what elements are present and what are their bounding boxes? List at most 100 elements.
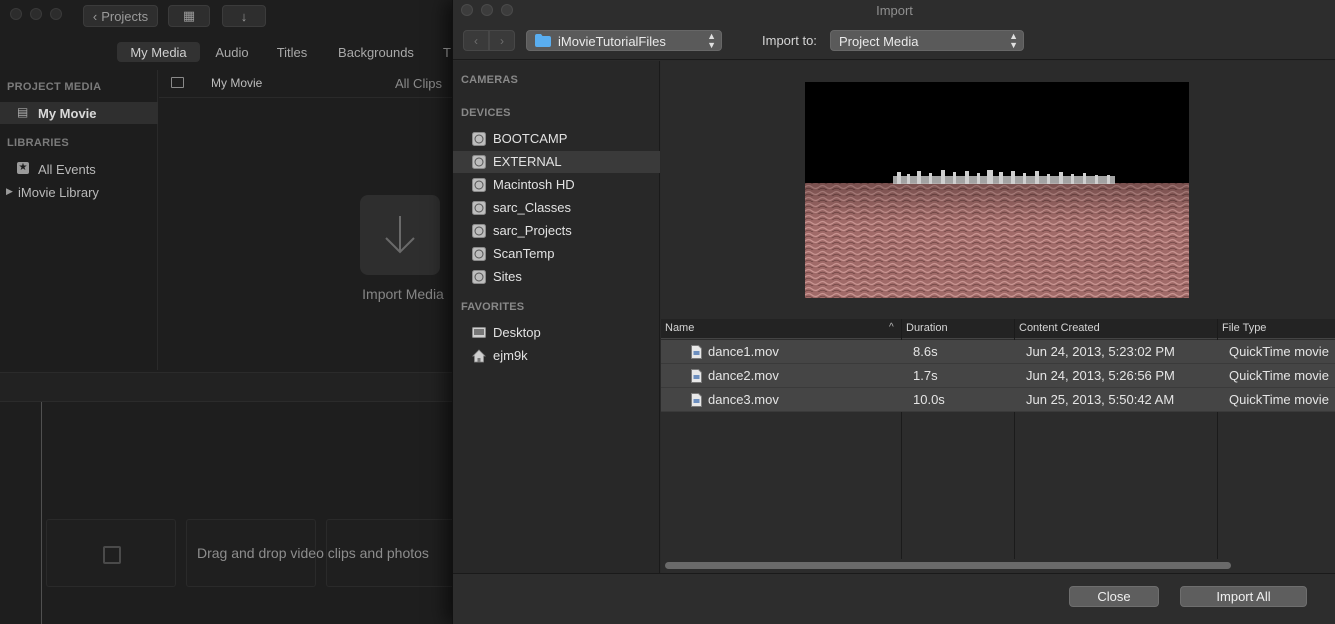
import-toolbar-button[interactable]: ↓ xyxy=(222,5,266,27)
column-header-file-type[interactable]: File Type xyxy=(1222,322,1266,334)
cameras-heading: CAMERAS xyxy=(461,74,519,86)
popup-arrows-icon: ▲ ▼ xyxy=(707,31,716,50)
window-zoom-icon[interactable] xyxy=(50,8,62,20)
column-header-content-created[interactable]: Content Created xyxy=(1019,322,1100,334)
file-created: Jun 24, 2013, 5:26:56 PM xyxy=(1026,368,1175,383)
table-row[interactable]: dance2.mov 1.7s Jun 24, 2013, 5:26:56 PM… xyxy=(661,364,1335,388)
tab-titles[interactable]: Titles xyxy=(268,42,316,62)
window-minimize-icon[interactable] xyxy=(30,8,42,20)
window-close-icon[interactable] xyxy=(10,8,22,20)
timeline-clip-slot xyxy=(46,519,176,587)
file-table: Name ^ Duration Content Created File Typ… xyxy=(661,319,1335,573)
file-name: dance1.mov xyxy=(708,344,779,359)
movie-file-icon xyxy=(691,393,702,407)
preview-area xyxy=(661,61,1335,319)
dialog-title: Import xyxy=(876,3,913,18)
sidebar-item-sites[interactable]: Sites xyxy=(453,266,660,288)
sidebar-item-label: iMovie Library xyxy=(18,185,99,200)
close-button[interactable]: Close xyxy=(1069,586,1159,607)
sidebar-item-label: Sites xyxy=(493,269,522,284)
table-row[interactable]: dance1.mov 8.6s Jun 24, 2013, 5:23:02 PM… xyxy=(661,340,1335,364)
dialog-footer: Close Import All xyxy=(453,573,1335,624)
chevron-left-icon: ‹ xyxy=(474,33,478,48)
sidebar-item-my-movie[interactable]: ▤ My Movie xyxy=(0,102,158,124)
chevron-right-icon: › xyxy=(500,33,504,48)
film-music-icon: ▦ xyxy=(182,8,196,23)
browser-header: My Movie All Clips xyxy=(159,70,459,98)
sidebar-item-imovie-library[interactable]: ▶ iMovie Library xyxy=(0,181,158,203)
sidebar-item-sarc-projects[interactable]: sarc_Projects xyxy=(453,220,660,242)
file-duration: 1.7s xyxy=(913,368,938,383)
projects-button[interactable]: ‹ Projects xyxy=(83,5,158,27)
table-row[interactable]: dance3.mov 10.0s Jun 25, 2013, 5:50:42 A… xyxy=(661,388,1335,412)
import-all-button[interactable]: Import All xyxy=(1180,586,1307,607)
location-popup[interactable]: iMovieTutorialFiles ▲ ▼ xyxy=(526,30,722,51)
drive-icon xyxy=(472,247,486,261)
import-dialog: Import ‹ › iMovieTutorialFiles ▲ ▼ Import… xyxy=(452,0,1335,624)
sidebar-item-desktop[interactable]: Desktop xyxy=(453,322,660,344)
sidebar-item-label: ejm9k xyxy=(493,348,528,363)
tab-audio[interactable]: Audio xyxy=(207,42,257,62)
sidebar-item-scantemp[interactable]: ScanTemp xyxy=(453,243,660,265)
file-name: dance2.mov xyxy=(708,368,779,383)
sidebar-item-label: sarc_Projects xyxy=(493,223,572,238)
drive-icon xyxy=(472,270,486,284)
column-header-name[interactable]: Name xyxy=(665,322,694,334)
dialog-toolbar: ‹ › iMovieTutorialFiles ▲ ▼ Import to: Pr… xyxy=(453,22,1335,60)
favorites-heading: FAVORITES xyxy=(461,301,525,313)
column-header-duration[interactable]: Duration xyxy=(906,322,948,334)
sidebar-item-label: All Events xyxy=(38,162,96,177)
sidebar-item-label: BOOTCAMP xyxy=(493,131,568,146)
sidebar-item-bootcamp[interactable]: BOOTCAMP xyxy=(453,128,660,150)
disclosure-triangle-icon: ▶ xyxy=(6,186,13,196)
import-arrow-icon: ↓ xyxy=(240,8,248,24)
file-duration: 8.6s xyxy=(913,344,938,359)
media-view-button[interactable]: ▦ xyxy=(168,5,210,27)
home-icon xyxy=(472,349,486,363)
back-button[interactable]: ‹ xyxy=(463,30,489,51)
libraries-heading: LIBRARIES xyxy=(7,137,69,149)
import-media-button[interactable] xyxy=(360,195,440,275)
sidebar-item-label: My Movie xyxy=(38,106,97,121)
location-label: iMovieTutorialFiles xyxy=(558,34,666,49)
movie-file-icon xyxy=(691,369,702,383)
folder-icon xyxy=(535,34,551,47)
file-type: QuickTime movie xyxy=(1229,344,1329,359)
sidebar-item-macintosh-hd[interactable]: Macintosh HD xyxy=(453,174,660,196)
tab-backgrounds[interactable]: Backgrounds xyxy=(332,42,420,62)
sidebar-item-label: Desktop xyxy=(493,325,541,340)
sidebar-item-label: ScanTemp xyxy=(493,246,555,261)
video-preview[interactable] xyxy=(805,82,1189,298)
drive-icon xyxy=(472,132,486,146)
sidebar-item-sarc-classes[interactable]: sarc_Classes xyxy=(453,197,660,219)
popup-arrows-icon: ▲ ▼ xyxy=(1009,31,1018,50)
sort-ascending-icon: ^ xyxy=(889,322,894,333)
sidebar-item-external[interactable]: EXTERNAL xyxy=(453,151,660,173)
toggle-sidebar-icon[interactable] xyxy=(171,77,184,88)
devices-heading: DEVICES xyxy=(461,107,511,119)
tab-my-media[interactable]: My Media xyxy=(117,42,200,62)
file-name: dance3.mov xyxy=(708,392,779,407)
star-icon: ★ xyxy=(17,162,29,174)
clip-filter-popup[interactable]: All Clips xyxy=(395,76,442,91)
drive-icon xyxy=(472,155,486,169)
import-media-label: Import Media xyxy=(362,286,444,302)
source-sidebar: CAMERAS DEVICES BOOTCAMP EXTERNAL Macint… xyxy=(453,61,660,573)
sidebar-item-home[interactable]: ejm9k xyxy=(453,345,660,367)
browser-title: My Movie xyxy=(211,76,263,90)
sidebar-item-label: Macintosh HD xyxy=(493,177,575,192)
sidebar-item-label: EXTERNAL xyxy=(493,154,562,169)
drive-icon xyxy=(472,224,486,238)
forward-button[interactable]: › xyxy=(489,30,515,51)
drive-icon xyxy=(472,201,486,215)
desktop-icon xyxy=(472,327,486,338)
sidebar-item-all-events[interactable]: ★ All Events xyxy=(0,158,158,180)
file-duration: 10.0s xyxy=(913,392,945,407)
horizontal-scrollbar[interactable] xyxy=(665,562,1231,569)
film-icon xyxy=(103,546,121,564)
timeline-playhead[interactable] xyxy=(41,402,42,624)
import-to-popup[interactable]: Project Media ▲ ▼ xyxy=(830,30,1024,51)
file-created: Jun 25, 2013, 5:50:42 AM xyxy=(1026,392,1175,407)
file-created: Jun 24, 2013, 5:23:02 PM xyxy=(1026,344,1175,359)
projects-label: Projects xyxy=(101,8,149,24)
